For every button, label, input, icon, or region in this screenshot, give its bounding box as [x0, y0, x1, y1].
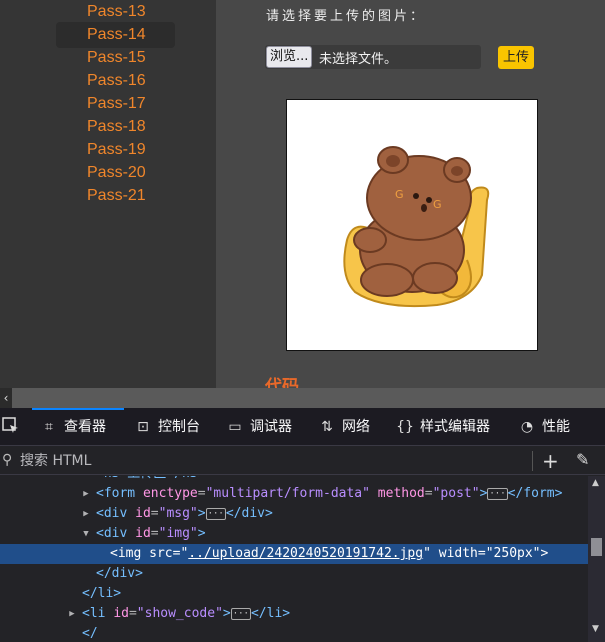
attr-name: method	[377, 486, 425, 501]
svg-text:G: G	[433, 198, 442, 211]
tab-inspector-label: 查看器	[64, 419, 106, 435]
tree-row-close-div[interactable]: </div>	[0, 564, 588, 584]
performance-icon: ◔	[520, 419, 534, 435]
eyedropper-icon[interactable]: ✎	[576, 450, 589, 469]
app-window: Pass-13 Pass-14 Pass-15 Pass-16 Pass-17 …	[0, 0, 605, 642]
attr-name: id	[135, 526, 151, 541]
horizontal-scrollbar[interactable]: ‹	[0, 388, 605, 408]
tab-performance-label: 性能	[542, 419, 570, 435]
console-icon: ⊡	[137, 419, 149, 435]
browse-button[interactable]: 浏览...	[266, 46, 313, 68]
devtools-panel: ⌗ 查看器 ⊡ 控制台 ▭ 调试器 ⇅ 网络 {} 样式编辑器 ◔ 性能 ⚲ + ✎	[0, 408, 605, 642]
tab-network-label: 网络	[342, 419, 370, 435]
attr-name: id	[135, 506, 151, 521]
collapsed-ellipsis-icon[interactable]: ···	[205, 507, 226, 520]
tab-network[interactable]: ⇅ 网络	[318, 408, 370, 446]
element-picker-icon[interactable]	[2, 417, 22, 437]
bear-illustration: G G	[343, 146, 490, 308]
expand-arrow-icon[interactable]: ▶	[80, 504, 92, 524]
attr-value: "img"	[158, 526, 198, 541]
upload-prompt: 请选择要上传的图片：	[266, 9, 427, 24]
network-icon: ⇅	[321, 419, 333, 435]
search-icon: ⚲	[2, 452, 13, 468]
tree-row-li-show-code[interactable]: ▶ <li id="show_code"> ··· </li>	[0, 604, 588, 624]
collapse-arrow-icon[interactable]: ▼	[80, 524, 92, 544]
close-li-tag: </li>	[82, 586, 122, 601]
attr-value: "msg"	[158, 506, 198, 521]
tag-name: form	[103, 486, 136, 501]
no-file-label: 未选择文件。	[319, 52, 398, 67]
tab-console[interactable]: ⊡ 控制台	[134, 408, 200, 446]
expand-arrow-icon[interactable]: ▶	[80, 484, 92, 504]
devtools-search-bar: ⚲ + ✎	[0, 447, 605, 475]
attr-name: src	[149, 546, 173, 561]
file-input[interactable]: 浏览... 未选择文件。	[265, 45, 481, 69]
uploaded-image: G G	[286, 99, 538, 351]
tab-style-editor[interactable]: {} 样式编辑器	[396, 408, 490, 446]
scroll-down-icon[interactable]: ▼	[592, 624, 599, 634]
page-area: Pass-13 Pass-14 Pass-15 Pass-16 Pass-17 …	[0, 0, 605, 388]
upload-button[interactable]: 上传	[498, 46, 534, 69]
tab-debugger-label: 调试器	[250, 419, 292, 435]
tree-row-close-li[interactable]: </li>	[0, 584, 588, 604]
sidebar-item-pass-21[interactable]: Pass-21	[56, 183, 175, 209]
sidebar: Pass-13 Pass-14 Pass-15 Pass-16 Pass-17 …	[0, 0, 216, 388]
tree-row-form[interactable]: ▶ <form enctype="multipart/form-data" me…	[0, 484, 588, 504]
scroll-up-icon[interactable]: ▲	[592, 478, 599, 488]
style-editor-icon: {}	[396, 419, 414, 435]
tree-partial-h3: <h3>上传区</h3>	[96, 476, 205, 484]
close-div-tag: </div>	[96, 566, 143, 581]
attr-name: id	[113, 606, 129, 621]
scroll-left-icon[interactable]: ‹	[0, 388, 12, 408]
inspector-icon: ⌗	[45, 419, 53, 435]
tab-inspector[interactable]: ⌗ 查看器	[32, 408, 124, 446]
code-heading: 代码	[265, 377, 299, 388]
tree-row[interactable]: </	[0, 624, 588, 642]
collapsed-ellipsis-icon[interactable]: ···	[487, 487, 508, 500]
attr-value: "250px"	[485, 546, 541, 561]
attr-value: "multipart/form-data"	[205, 486, 370, 501]
markup-tree: <h3>上传区</h3> ▶ <form enctype="multipart/…	[0, 476, 588, 642]
tab-console-label: 控制台	[158, 419, 200, 435]
collapsed-ellipsis-icon[interactable]: ···	[230, 607, 251, 620]
image-src-link[interactable]: ../upload/2420240520191742.jpg	[188, 546, 423, 561]
attr-value: "post"	[432, 486, 480, 501]
add-node-icon[interactable]: +	[542, 449, 559, 473]
attr-name: width	[438, 546, 478, 561]
attr-value: "show_code"	[136, 606, 223, 621]
tab-performance[interactable]: ◔ 性能	[518, 408, 570, 446]
vertical-scrollbar[interactable]: ▲ ▼	[588, 476, 605, 642]
tree-row-div-img[interactable]: ▼ <div id="img">	[0, 524, 588, 544]
tab-style-editor-label: 样式编辑器	[420, 419, 490, 435]
attr-name: enctype	[142, 486, 198, 501]
debugger-icon: ▭	[228, 419, 242, 435]
main-content: 请选择要上传的图片： 浏览... 未选择文件。 上传 G G 代码	[216, 0, 605, 388]
tab-debugger[interactable]: ▭ 调试器	[226, 408, 292, 446]
scrollbar-thumb[interactable]	[591, 538, 602, 556]
search-html-input[interactable]	[20, 451, 520, 471]
tree-row[interactable]: <h3>上传区</h3>	[0, 476, 588, 484]
tree-row-div-msg[interactable]: ▶ <div id="msg"> ··· </div>	[0, 504, 588, 524]
scrollbar-thumb[interactable]	[12, 388, 605, 408]
devtools-toolbar: ⌗ 查看器 ⊡ 控制台 ▭ 调试器 ⇅ 网络 {} 样式编辑器 ◔ 性能	[0, 408, 605, 446]
expand-arrow-icon[interactable]: ▶	[66, 604, 78, 624]
toolbar-divider	[532, 451, 533, 471]
tree-row-img-selected[interactable]: <img src="../upload/2420240520191742.jpg…	[0, 544, 588, 564]
svg-text:G: G	[395, 188, 404, 201]
